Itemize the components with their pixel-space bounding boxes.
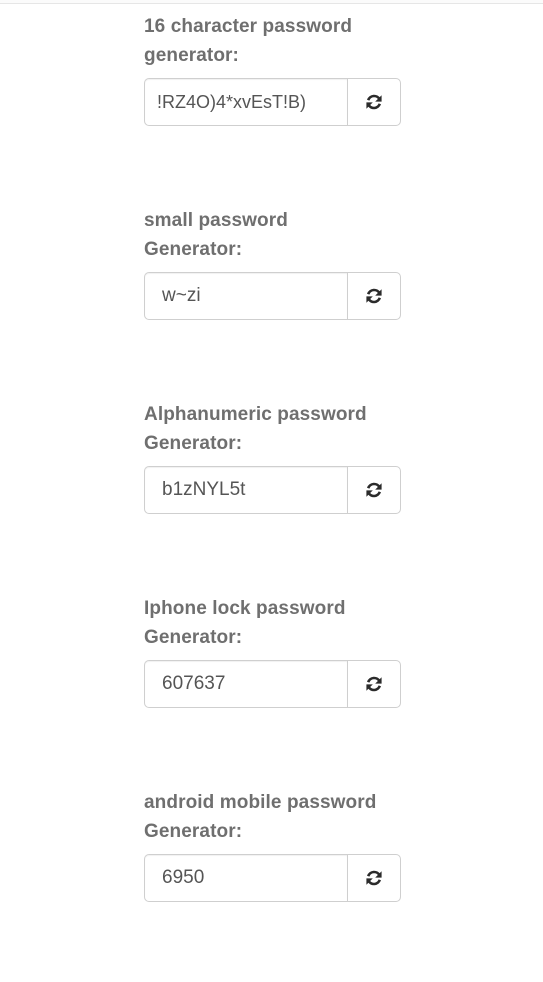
refresh-button[interactable] [347,78,401,126]
refresh-icon [364,674,384,694]
refresh-icon [364,286,384,306]
generator-iphone-lock: Iphone lock password Generator: [144,594,404,788]
generator-input-group [144,660,401,708]
refresh-icon [364,480,384,500]
generator-android-mobile: android mobile password Generator: [144,788,404,982]
refresh-button[interactable] [347,272,401,320]
generator-input-group [144,466,401,514]
generator-alphanumeric: Alphanumeric password Generator: [144,400,404,594]
refresh-icon [364,868,384,888]
password-generators-list: 16 character password generator: small p… [144,12,404,982]
generator-label: android mobile password Generator: [144,792,377,842]
refresh-button[interactable] [347,854,401,902]
password-output-field[interactable] [144,854,347,902]
password-output-field[interactable] [144,466,347,514]
generator-small: small password Generator: [144,206,404,400]
password-output-field[interactable] [144,78,347,126]
password-output-field[interactable] [144,660,347,708]
generator-input-group [144,854,401,902]
password-output-field[interactable] [144,272,347,320]
generator-input-group [144,272,401,320]
generator-label: Alphanumeric password Generator: [144,404,367,454]
generator-label: Iphone lock password Generator: [144,598,346,648]
generator-input-group [144,78,401,126]
generator-label: 16 character password generator: [144,16,353,66]
generator-16-character: 16 character password generator: [144,12,404,206]
refresh-icon [364,92,384,112]
refresh-button[interactable] [347,660,401,708]
generator-label: small password Generator: [144,210,288,260]
top-divider [0,0,543,4]
refresh-button[interactable] [347,466,401,514]
